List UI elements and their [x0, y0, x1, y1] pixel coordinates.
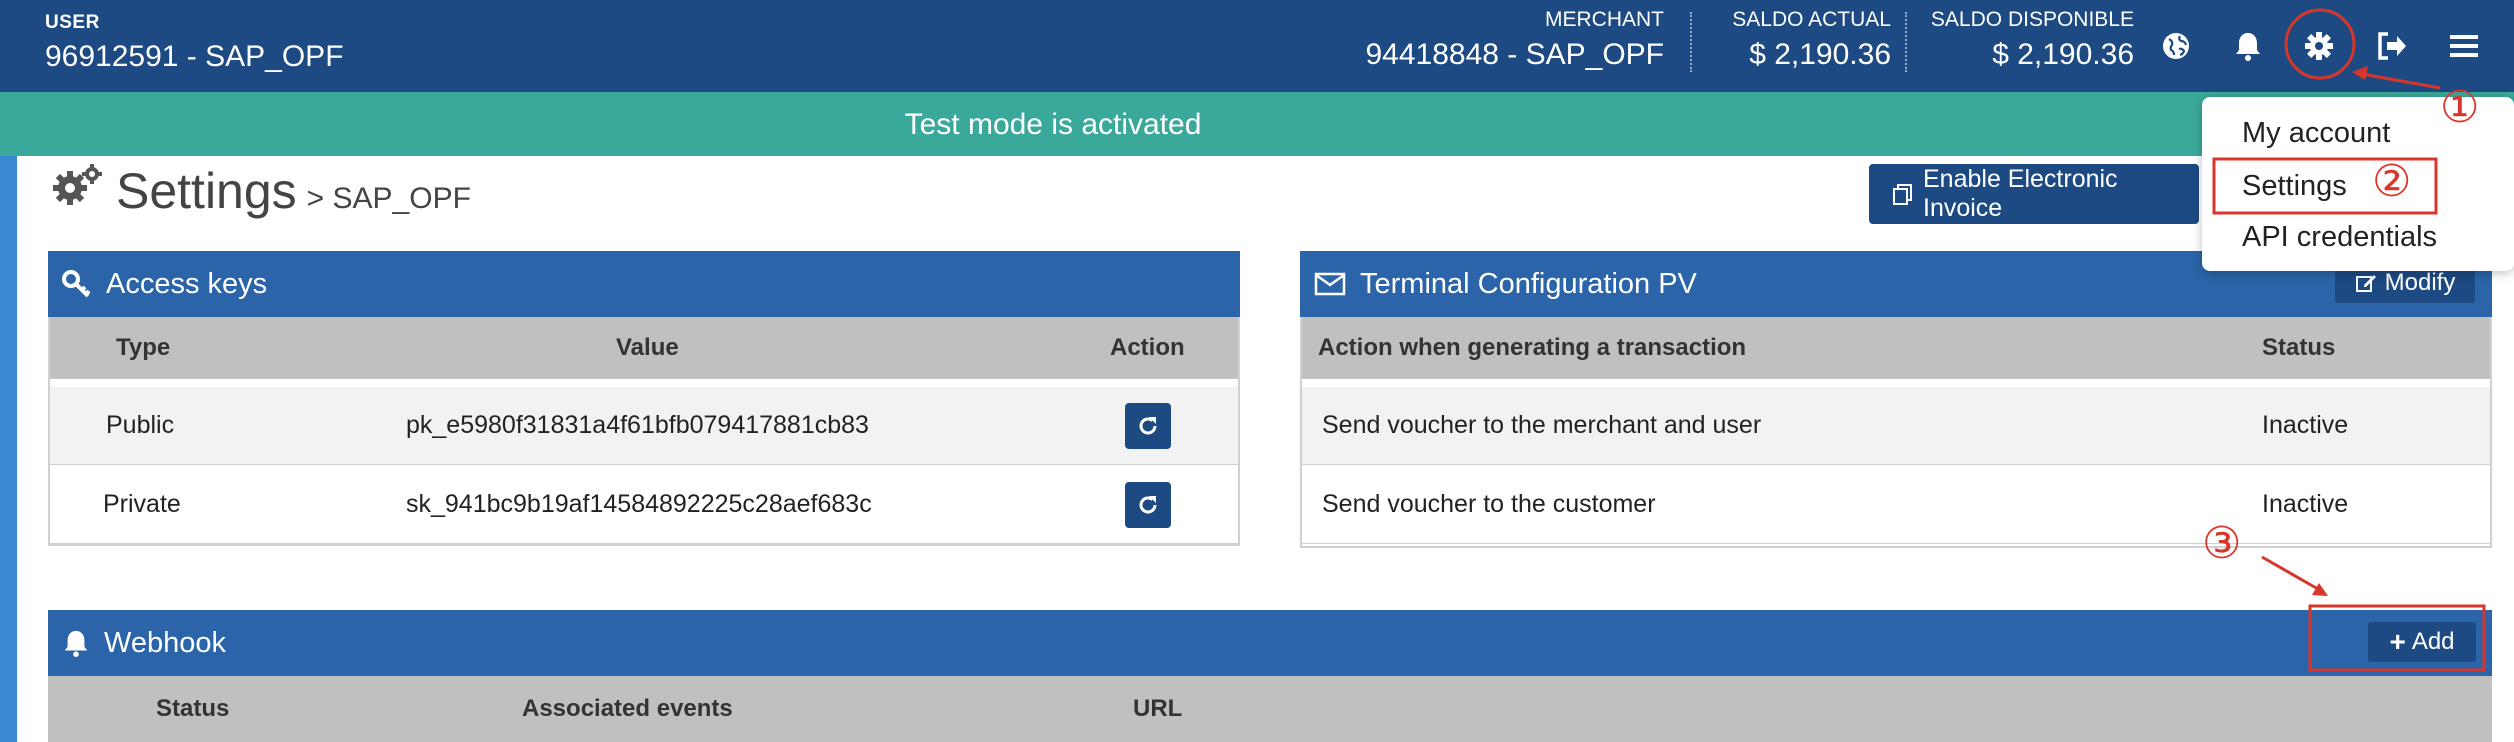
annotation-one: ① [2440, 83, 2480, 132]
annotation-three: ③ [2202, 519, 2242, 568]
annotation-two: ② [2372, 157, 2412, 206]
annotation-overlay [2212, 8, 2486, 672]
